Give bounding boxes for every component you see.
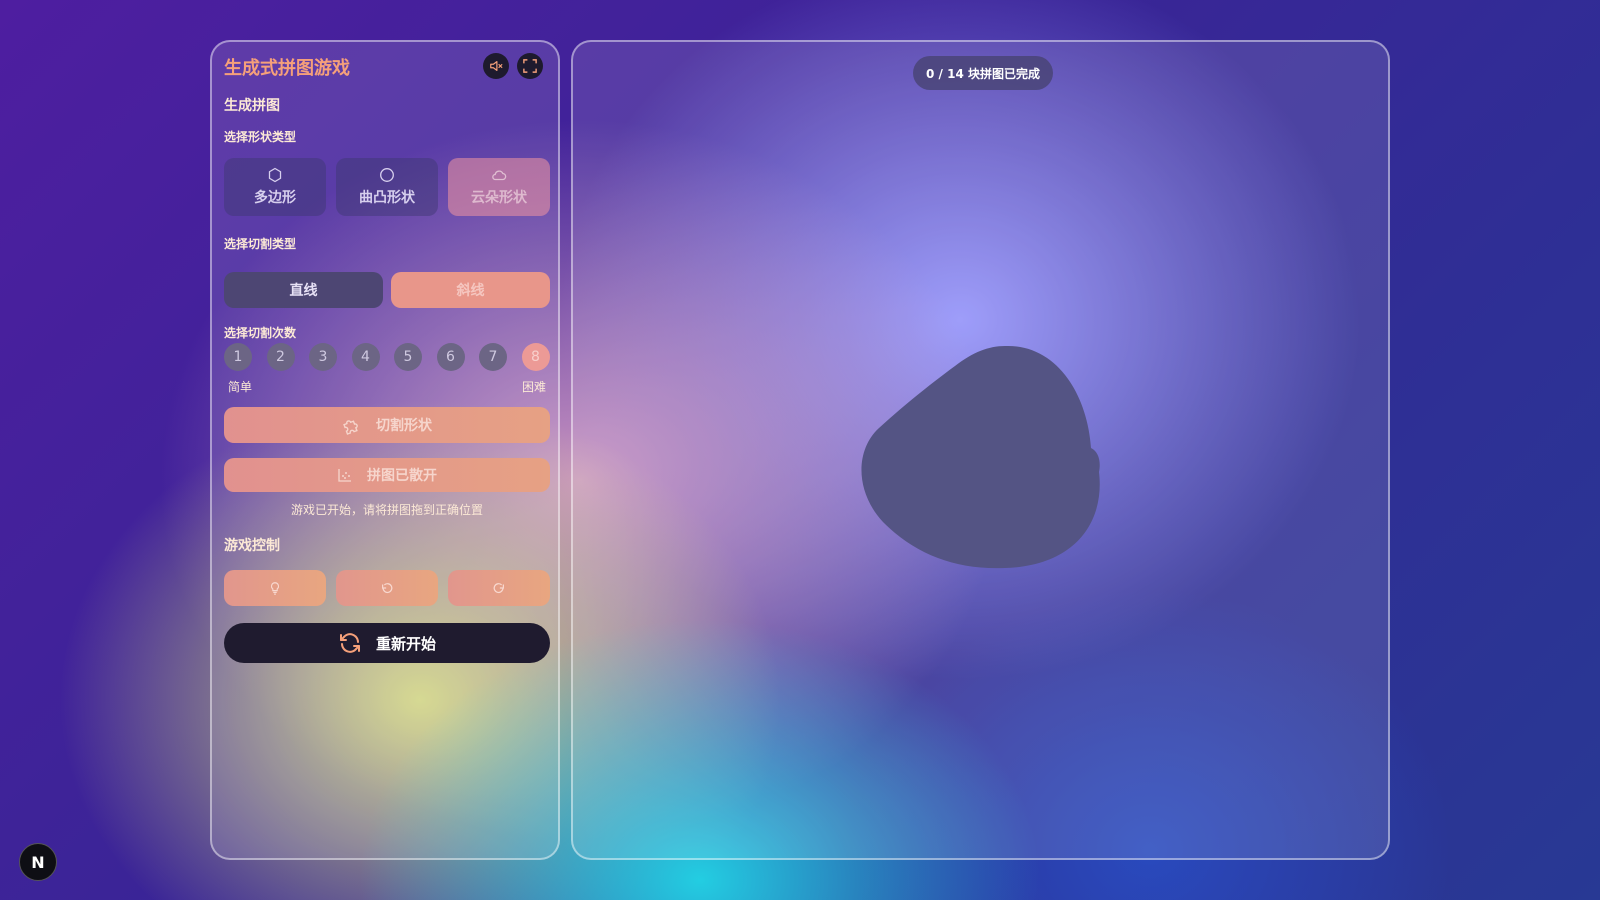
fullscreen-button[interactable] [517,53,543,79]
shape-type-label: 选择形状类型 [224,130,297,144]
easy-label: 简单 [228,380,253,394]
circle-icon [380,168,394,182]
redo-icon [493,583,504,594]
cut-count-2[interactable]: 2 [266,343,295,371]
cut-shape-label: 切割形状 [376,418,432,434]
cut-count-6[interactable]: 6 [436,343,465,371]
shape-curve-label: 曲凸形状 [359,190,415,206]
cut-count-5[interactable]: 5 [394,343,422,371]
lightbulb-icon [270,582,280,595]
cut-count-4[interactable]: 4 [351,343,380,371]
cut-count-label: 选择切割次数 [224,326,297,340]
shape-polygon-label: 多边形 [254,190,296,206]
cut-shape-button[interactable]: 切割形状 [224,407,550,443]
restart-button[interactable]: 重新开始 [224,623,550,663]
app-title: 生成式拼图游戏 [224,58,350,79]
hint-button[interactable] [224,570,326,606]
mute-button[interactable] [483,53,509,79]
puzzle-target-shape [861,345,1100,569]
hard-label: 困难 [522,380,547,394]
restart-label: 重新开始 [375,634,436,653]
cut-diagonal-button[interactable]: 斜线 [391,272,550,308]
cut-count-8[interactable]: 8 [521,343,550,371]
cut-type-label: 选择切割类型 [224,237,297,251]
cut-count-7[interactable]: 7 [479,343,507,371]
shape-cloud-button[interactable]: 云朵形状 [448,158,550,216]
cut-count-3[interactable]: 3 [309,343,337,371]
scatter-label: 拼图已散开 [367,468,437,484]
generate-section-title: 生成拼图 [224,98,280,114]
shape-curve-button[interactable]: 曲凸形状 [336,158,438,216]
hexagon-icon [268,167,282,183]
undo-icon [382,583,393,594]
cut-count-1[interactable]: 1 [224,343,252,371]
cut-straight-button[interactable]: 直线 [224,272,383,308]
fullscreen-icon [523,59,537,73]
shape-polygon-button[interactable]: 多边形 [224,158,326,216]
cloud-icon [492,170,507,181]
puzzle-board[interactable]: 0 / 14 块拼图已完成 [571,40,1390,860]
controls-section-title: 游戏控制 [224,538,280,554]
undo-button[interactable] [336,570,438,606]
next-logo-badge[interactable]: N [19,843,57,881]
refresh-icon [339,633,360,653]
game-status-text: 游戏已开始，请将拼图拖到正确位置 [290,503,483,517]
scatter-button[interactable]: 拼图已散开 [224,458,550,492]
shape-cloud-label: 云朵形状 [471,190,527,206]
puzzle-icon [343,420,358,435]
scatter-chart-icon [338,469,351,482]
redo-button[interactable] [448,570,550,606]
speaker-mute-icon [490,61,503,71]
progress-badge: 0 / 14 块拼图已完成 [913,56,1053,90]
control-panel: 生成式拼图游戏 生成拼图 选择形状类型 多边形 曲凸形状 云朵形状 选择切割类型… [210,40,560,860]
